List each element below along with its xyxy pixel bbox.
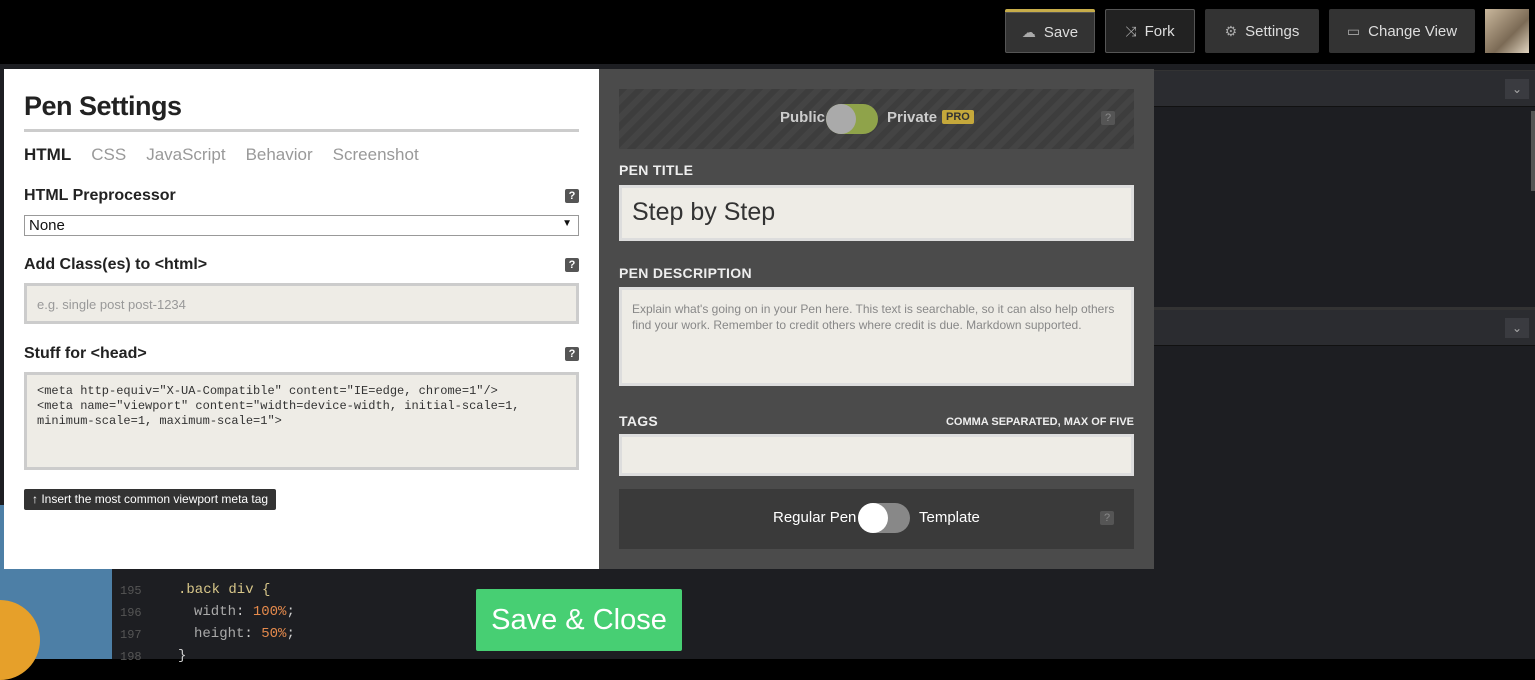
code-line: .back div { xyxy=(178,582,271,598)
tab-screenshot[interactable]: Screenshot xyxy=(333,145,419,165)
tags-input[interactable] xyxy=(619,434,1134,476)
code-line: } xyxy=(178,648,187,664)
cloud-icon: ☁ xyxy=(1021,24,1036,40)
code-prop: height xyxy=(194,626,245,642)
save-label: Save xyxy=(1043,24,1079,41)
change-view-button[interactable]: ▭ Change View xyxy=(1329,9,1475,53)
divider xyxy=(24,129,579,132)
tags-note: COMMA SEPARATED, MAX OF FIVE xyxy=(945,416,1134,428)
code-value: 50% xyxy=(261,626,287,642)
fork-button[interactable]: ⤨ Fork xyxy=(1105,9,1195,53)
fork-icon: ⤨ xyxy=(1125,22,1137,39)
preprocessor-select[interactable]: None ▼ xyxy=(24,215,579,236)
preprocessor-value: None xyxy=(29,217,65,234)
help-icon[interactable]: ? xyxy=(565,189,579,203)
chevron-down-icon[interactable]: ⌄ xyxy=(1505,318,1529,338)
tab-html[interactable]: HTML xyxy=(24,145,71,165)
classes-label: Add Class(es) to <html> xyxy=(24,256,208,273)
template-label: Template xyxy=(919,509,980,526)
pen-details-panel: Public Private PRO ? PEN TITLE Step by S… xyxy=(599,69,1154,569)
settings-tabs: HTML CSS JavaScript Behavior Screenshot xyxy=(24,145,419,165)
public-label: Public xyxy=(780,109,826,126)
template-toggle-area: Regular Pen Template ? xyxy=(619,489,1134,549)
private-label: Private xyxy=(887,109,938,126)
template-toggle[interactable] xyxy=(858,503,910,533)
change-view-label: Change View xyxy=(1368,22,1458,40)
privacy-toggle-area: Public Private PRO ? xyxy=(619,89,1134,149)
save-button[interactable]: ☁ Save xyxy=(1005,9,1095,53)
toggle-knob xyxy=(826,104,856,134)
classes-input[interactable]: e.g. single post post-1234 xyxy=(24,283,579,324)
head-textarea[interactable]: <meta http-equiv="X-UA-Compatible" conte… xyxy=(24,372,579,470)
help-icon[interactable]: ? xyxy=(1100,511,1114,525)
toggle-knob xyxy=(858,503,888,533)
code-prop: width xyxy=(194,604,237,620)
settings-label: Settings xyxy=(1245,22,1300,40)
avatar[interactable] xyxy=(1485,9,1529,53)
help-icon[interactable]: ? xyxy=(1101,111,1115,125)
tags-label: TAGS xyxy=(619,413,659,429)
pen-title-label: PEN TITLE xyxy=(619,162,694,178)
pen-title-input[interactable]: Step by Step xyxy=(619,185,1134,241)
line-number: 196 xyxy=(120,606,142,620)
tab-css[interactable]: CSS xyxy=(91,145,126,165)
settings-panel: Pen Settings HTML CSS JavaScript Behavio… xyxy=(4,69,599,569)
code-value: 100% xyxy=(252,604,287,620)
top-bar: ☁ Save ⤨ Fork ⚙ Settings ▭ Change View xyxy=(0,0,1535,64)
regular-pen-label: Regular Pen xyxy=(773,509,857,526)
editor-pane-bottom: ⌄ xyxy=(1154,307,1535,659)
save-close-button[interactable]: Save & Close xyxy=(476,589,682,651)
page-title: Pen Settings xyxy=(24,91,182,121)
preprocessor-label: HTML Preprocessor xyxy=(24,187,176,204)
fork-label: Fork xyxy=(1144,22,1175,40)
tab-behavior[interactable]: Behavior xyxy=(246,145,313,165)
insert-meta-button[interactable]: ↑ Insert the most common viewport meta t… xyxy=(24,489,277,510)
head-label: Stuff for <head> xyxy=(24,345,147,362)
privacy-toggle[interactable] xyxy=(826,104,878,134)
pro-badge: PRO xyxy=(942,110,974,124)
line-number: 197 xyxy=(120,628,142,642)
tab-javascript[interactable]: JavaScript xyxy=(146,145,225,165)
help-icon[interactable]: ? xyxy=(565,258,579,272)
pen-description-label: PEN DESCRIPTION xyxy=(619,265,752,281)
scrollbar[interactable] xyxy=(1531,111,1535,191)
line-number: 198 xyxy=(120,650,142,664)
line-number: 195 xyxy=(120,584,142,598)
layout-icon: ▭ xyxy=(1346,22,1361,39)
gear-icon: ⚙ xyxy=(1224,22,1238,39)
editor-pane-top: ⌄ xyxy=(1154,70,1535,306)
settings-button[interactable]: ⚙ Settings xyxy=(1205,9,1319,53)
help-icon[interactable]: ? xyxy=(565,347,579,361)
dropdown-arrow-icon: ▼ xyxy=(562,218,572,229)
pen-description-input[interactable]: Explain what's going on in your Pen here… xyxy=(619,287,1134,386)
chevron-down-icon[interactable]: ⌄ xyxy=(1505,79,1529,99)
